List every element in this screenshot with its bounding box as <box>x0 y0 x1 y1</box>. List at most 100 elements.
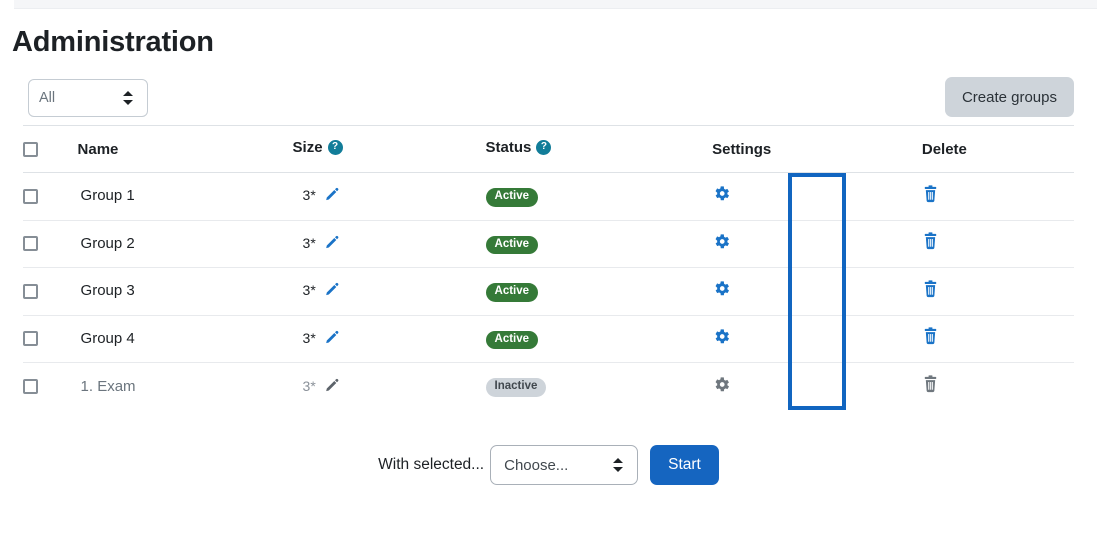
edit-size-pencil-icon[interactable] <box>323 187 339 203</box>
group-size-value: 3* <box>302 187 316 204</box>
group-delete-cell <box>922 268 1074 316</box>
group-status-cell: Active <box>485 268 713 316</box>
row-select-cell <box>23 363 78 411</box>
row-checkbox[interactable] <box>23 236 38 252</box>
header-name: Name <box>77 140 119 158</box>
group-filter-value: All <box>39 90 56 106</box>
row-checkbox[interactable] <box>23 283 38 299</box>
status-badge: Active <box>485 235 539 254</box>
delete-trash-icon[interactable] <box>922 280 939 302</box>
group-size-cell: 3* <box>293 315 486 363</box>
row-select-cell <box>23 173 78 221</box>
header-size-label: Size <box>292 138 323 156</box>
delete-trash-icon[interactable] <box>922 185 939 207</box>
table-row: Group 1 3* Active <box>23 173 1074 221</box>
edit-size-pencil-icon[interactable] <box>323 330 339 346</box>
edit-size-pencil-icon[interactable] <box>323 378 339 394</box>
group-delete-cell <box>922 363 1074 411</box>
row-select-cell <box>23 268 78 316</box>
table-row: Group 2 3* Active <box>23 220 1074 268</box>
chevron-updown-icon <box>123 90 135 106</box>
create-groups-button[interactable]: Create groups <box>944 77 1074 117</box>
groups-table-head: Name Size ? Status ? Settings Delete <box>23 125 1074 173</box>
settings-gear-icon[interactable] <box>712 375 731 398</box>
group-name: Group 1 <box>80 187 135 205</box>
group-name: 1. Exam <box>80 377 136 395</box>
group-size-cell: 3* <box>293 173 486 221</box>
group-status-cell: Active <box>485 220 713 268</box>
group-name: Group 2 <box>80 234 135 252</box>
header-settings: Settings <box>712 126 922 173</box>
group-name: Group 3 <box>80 282 135 300</box>
toolbar: All Create groups <box>0 71 1097 125</box>
page-container: Administration All Create groups Name Si… <box>0 9 1097 545</box>
group-size-value: 3* <box>302 234 316 251</box>
group-size-value: 3* <box>302 329 316 346</box>
delete-trash-icon[interactable] <box>922 327 939 349</box>
help-icon-status[interactable]: ? <box>536 139 552 155</box>
group-delete-cell <box>922 315 1074 363</box>
settings-gear-icon[interactable] <box>712 184 731 207</box>
select-all-checkbox[interactable] <box>23 142 38 158</box>
edit-size-pencil-icon[interactable] <box>323 282 339 298</box>
table-row: Group 3 3* Active <box>23 268 1074 316</box>
row-select-cell <box>23 220 78 268</box>
bulk-action-bar: With selected... Choose... Start <box>0 445 1097 485</box>
group-name-cell: Group 2 <box>78 220 293 268</box>
header-delete: Delete <box>922 126 1074 173</box>
group-size-cell: 3* <box>293 363 486 411</box>
bulk-action-value: Choose... <box>504 456 569 474</box>
group-size-cell: 3* <box>293 220 486 268</box>
group-filter-select[interactable]: All <box>28 79 148 117</box>
status-badge: Active <box>485 188 539 207</box>
chevron-updown-icon <box>613 457 625 473</box>
header-size: Size ? <box>293 126 486 173</box>
table-header-row: Name Size ? Status ? Settings Delete <box>23 125 1074 173</box>
delete-trash-icon[interactable] <box>922 375 939 397</box>
status-badge: Inactive <box>485 378 547 397</box>
settings-gear-icon[interactable] <box>712 327 731 350</box>
header-settings-label: Settings <box>712 140 772 158</box>
row-checkbox[interactable] <box>23 331 38 347</box>
groups-table-wrapper: Name Size ? Status ? Settings Delete Gro… <box>23 125 1074 410</box>
header-select-all <box>23 126 78 173</box>
group-status-cell: Active <box>485 173 713 221</box>
group-settings-cell <box>712 173 922 221</box>
bulk-action-select[interactable]: Choose... <box>490 445 639 485</box>
group-delete-cell <box>922 173 1074 221</box>
groups-table: Name Size ? Status ? Settings Delete Gro… <box>23 125 1074 410</box>
help-icon-size[interactable]: ? <box>327 139 343 155</box>
row-checkbox[interactable] <box>23 188 38 204</box>
group-settings-cell <box>712 315 922 363</box>
group-settings-cell <box>712 268 922 316</box>
with-selected-label: With selected... <box>378 456 485 473</box>
groups-table-body: Group 1 3* Active Group 2 3* Active Group 3 3* A… <box>23 173 1074 411</box>
table-row: Group 4 3* Active <box>23 315 1074 363</box>
group-name-cell: Group 4 <box>78 315 293 363</box>
group-settings-cell <box>712 220 922 268</box>
group-delete-cell <box>922 220 1074 268</box>
group-name-cell: 1. Exam <box>78 363 293 411</box>
header-delete-label: Delete <box>921 140 967 158</box>
settings-gear-icon[interactable] <box>712 232 731 255</box>
group-name-cell: Group 1 <box>78 173 293 221</box>
header-status: Status ? <box>486 126 713 173</box>
group-size-value: 3* <box>302 377 316 394</box>
group-settings-cell <box>712 363 922 411</box>
start-button[interactable]: Start <box>650 445 719 485</box>
group-name: Group 4 <box>80 329 135 347</box>
settings-gear-icon[interactable] <box>712 279 731 302</box>
page-title: Administration <box>12 26 214 58</box>
group-status-cell: Active <box>485 315 713 363</box>
browser-chrome-strip <box>14 0 1097 9</box>
status-badge: Active <box>485 330 539 349</box>
edit-size-pencil-icon[interactable] <box>323 235 339 251</box>
delete-trash-icon[interactable] <box>922 232 939 254</box>
header-status-label: Status <box>485 138 532 156</box>
group-size-value: 3* <box>302 282 316 299</box>
table-row: 1. Exam 3* Inactive <box>23 363 1074 411</box>
row-checkbox[interactable] <box>23 378 38 394</box>
status-badge: Active <box>485 283 539 302</box>
row-select-cell <box>23 315 78 363</box>
group-name-cell: Group 3 <box>78 268 293 316</box>
